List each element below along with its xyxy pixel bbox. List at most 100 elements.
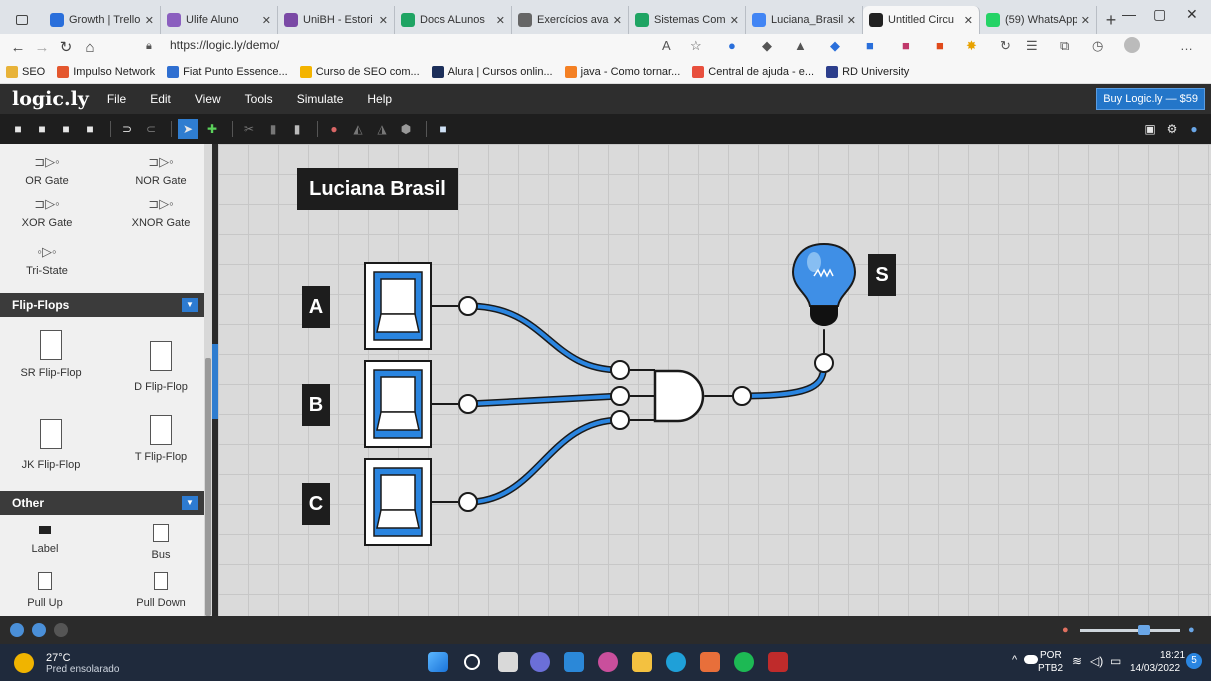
export-icon[interactable]: ▣ [1140,119,1160,139]
chat-icon[interactable] [530,652,550,672]
input-language[interactable]: POR [1040,650,1062,661]
close-window-button[interactable]: ✕ [1186,6,1198,23]
app-icon[interactable] [598,652,618,672]
url-input[interactable]: https://logic.ly/demo/ [170,38,279,52]
menu-tools[interactable]: Tools [245,92,273,106]
bookmark-item[interactable]: SEO [6,65,45,78]
volume-icon[interactable]: ◁) [1090,654,1103,668]
onedrive-icon[interactable] [1024,655,1038,664]
input-label-c[interactable]: C [302,483,330,525]
redo-icon[interactable]: ⊂ [141,119,161,139]
palette-xnor-gate[interactable]: ⊐▷◦ XNOR Gate [116,196,206,229]
start-windows-icon[interactable] [428,652,448,672]
extension-icon[interactable]: ▲ [794,38,807,53]
close-tab-icon[interactable]: ✕ [1081,14,1090,27]
close-tab-icon[interactable]: ✕ [613,14,622,27]
title-label[interactable]: Luciana Brasil [297,168,458,210]
save-icon[interactable]: ■ [56,119,76,139]
cut-icon[interactable]: ✂ [239,119,259,139]
extension-icon[interactable]: ✸ [966,38,977,54]
paste-icon[interactable]: ▮ [287,119,307,139]
browser-tab[interactable]: Growth | Trello ✕ [44,6,161,34]
favorite-star-icon[interactable]: ☆ [690,38,702,54]
favorites-icon[interactable]: ☰ [1026,38,1038,54]
circuit-canvas[interactable]: Luciana Brasil A B C S [218,144,1211,616]
wire-c-to-gate[interactable] [466,418,622,504]
browser-tab[interactable]: Sistemas Com ✕ [629,6,746,34]
filezilla-icon[interactable] [768,652,788,672]
extension-icon[interactable]: ◆ [762,38,772,54]
close-tab-icon[interactable]: ✕ [964,14,973,27]
copy-icon[interactable]: ▮ [263,119,283,139]
palette-scrollbar-thumb[interactable] [205,358,211,616]
zoom-slider-thumb[interactable] [1138,625,1150,635]
xampp-icon[interactable] [700,652,720,672]
category-flip-flops[interactable]: Flip-Flops ▼ [0,293,204,317]
palette-xor-gate[interactable]: ⊐▷◦ XOR Gate [2,196,92,229]
extension-icon[interactable]: ■ [936,38,944,53]
browser-tab[interactable]: Untitled Circu ✕ [863,6,980,34]
palette-or-gate[interactable]: ⊐▷◦ OR Gate [2,154,92,187]
output-label-s[interactable]: S [868,254,896,296]
bookmark-item[interactable]: RD University [826,65,909,78]
flip-icon[interactable]: ⬢ [396,119,416,139]
bookmark-item[interactable]: Central de ajuda - e... [692,65,814,78]
chevron-down-icon[interactable]: ▼ [182,298,198,312]
weather-description[interactable]: Pred ensolarado [46,664,119,675]
palette-tri-state[interactable]: ◦▷◦ Tri-State [2,244,92,277]
read-aloud-icon[interactable]: A [662,38,671,53]
clock-time[interactable]: 18:21 [1160,650,1185,661]
print-icon[interactable]: ■ [80,119,100,139]
browser-tab[interactable]: Exercícios ava ✕ [512,6,629,34]
bookmark-item[interactable]: Curso de SEO com... [299,65,420,78]
new-file-icon[interactable]: ■ [8,119,28,139]
tab-actions[interactable] [0,6,44,34]
open-file-icon[interactable]: ■ [32,119,52,139]
new-tab-button[interactable]: + [1097,6,1125,34]
palette-jk-flip-flop[interactable]: JK Flip-Flop [6,412,96,471]
history-icon[interactable]: ◷ [1092,38,1103,54]
close-tab-icon[interactable]: ✕ [496,14,505,27]
palette-pull-down[interactable]: Pull Down [116,572,206,609]
palette-bus[interactable]: Bus [116,524,206,561]
clock-date[interactable]: 14/03/2022 [1130,663,1180,674]
close-tab-icon[interactable]: ✕ [262,14,271,27]
palette-pull-up[interactable]: Pull Up [0,572,90,609]
chevron-down-icon[interactable]: ▼ [182,496,198,510]
wire-a-to-gate[interactable] [466,304,622,372]
file-explorer-icon[interactable] [632,652,652,672]
input-label-a[interactable]: A [302,286,330,328]
menu-edit[interactable]: Edit [150,92,171,106]
search-icon[interactable] [464,654,480,670]
zoom-out-icon[interactable]: ● [1062,624,1069,636]
wire-gate-to-output[interactable] [738,358,828,400]
fullscreen-icon[interactable]: ■ [433,119,453,139]
notification-badge[interactable]: 5 [1186,653,1202,669]
rotate-left-icon[interactable]: ◭ [348,119,368,139]
weather-temperature[interactable]: 27°C [46,652,71,664]
menu-help[interactable]: Help [367,92,392,106]
browser-tab[interactable]: (59) WhatsApp ✕ [980,6,1097,34]
input-label-b[interactable]: B [302,384,330,426]
extension-icon[interactable]: ■ [866,38,874,53]
menu-view[interactable]: View [195,92,221,106]
close-tab-icon[interactable]: ✕ [145,14,154,27]
menu-simulate[interactable]: Simulate [297,92,344,106]
simulation-play-icon[interactable] [32,623,46,637]
maximize-button[interactable]: ▢ [1153,6,1166,23]
buy-button[interactable]: Buy Logic.ly — $59 [1096,88,1205,110]
vscode-icon[interactable] [564,652,584,672]
select-tool-icon[interactable]: ➤ [178,119,198,139]
undo-icon[interactable]: ⊃ [117,119,137,139]
bookmark-item[interactable]: java - Como tornar... [564,65,680,78]
help-icon[interactable]: ● [1184,119,1204,139]
extension-icon[interactable]: ◆ [830,38,840,54]
edge-browser-icon[interactable] [666,652,686,672]
palette-t-flip-flop[interactable]: T Flip-Flop [116,412,206,463]
close-tab-icon[interactable]: ✕ [730,14,739,27]
menu-file[interactable]: File [107,92,126,106]
settings-gear-icon[interactable]: ⚙ [1162,119,1182,139]
refresh-extension-icon[interactable]: ↻ [1000,38,1011,54]
delete-icon[interactable]: ● [324,119,344,139]
more-options-icon[interactable]: … [1180,38,1193,53]
